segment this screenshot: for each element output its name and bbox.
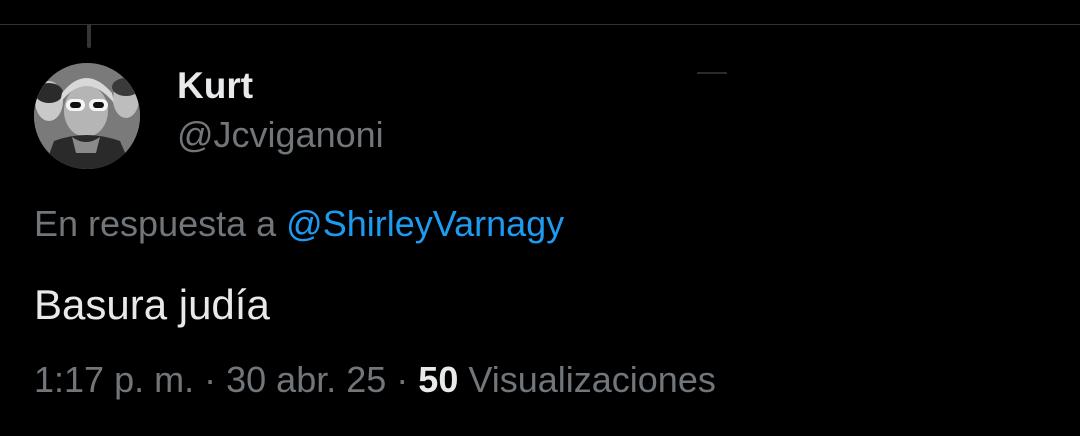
meta-separator: · xyxy=(204,359,217,400)
tweet-text: Basura judía xyxy=(34,281,270,328)
reply-prefix: En respuesta a xyxy=(34,203,277,244)
thread-divider xyxy=(0,24,1080,25)
tweet-meta: 1:17 p. m. · 30 abr. 25 · 50 Visualizaci… xyxy=(34,356,716,404)
reply-mention-link[interactable]: @ShirleyVarnagy xyxy=(286,203,564,244)
avatar[interactable] xyxy=(34,63,140,169)
tweet-time[interactable]: 1:17 p. m. xyxy=(34,359,194,400)
thread-connector-line xyxy=(87,24,91,48)
views-count[interactable]: 50 xyxy=(418,359,458,400)
reply-context: En respuesta a @ShirleyVarnagy xyxy=(34,201,564,247)
author-display-name[interactable]: Kurt xyxy=(177,64,253,108)
tweet-date[interactable]: 30 abr. 25 xyxy=(226,359,386,400)
divider-dash xyxy=(697,72,727,74)
views-label-text: Visualizaciones xyxy=(468,359,716,400)
views-label[interactable]: Visualizaciones xyxy=(458,359,716,400)
meta-separator: · xyxy=(396,359,409,400)
avatar-photo-icon xyxy=(34,63,140,169)
author-handle[interactable]: @Jcviganoni xyxy=(177,113,384,157)
